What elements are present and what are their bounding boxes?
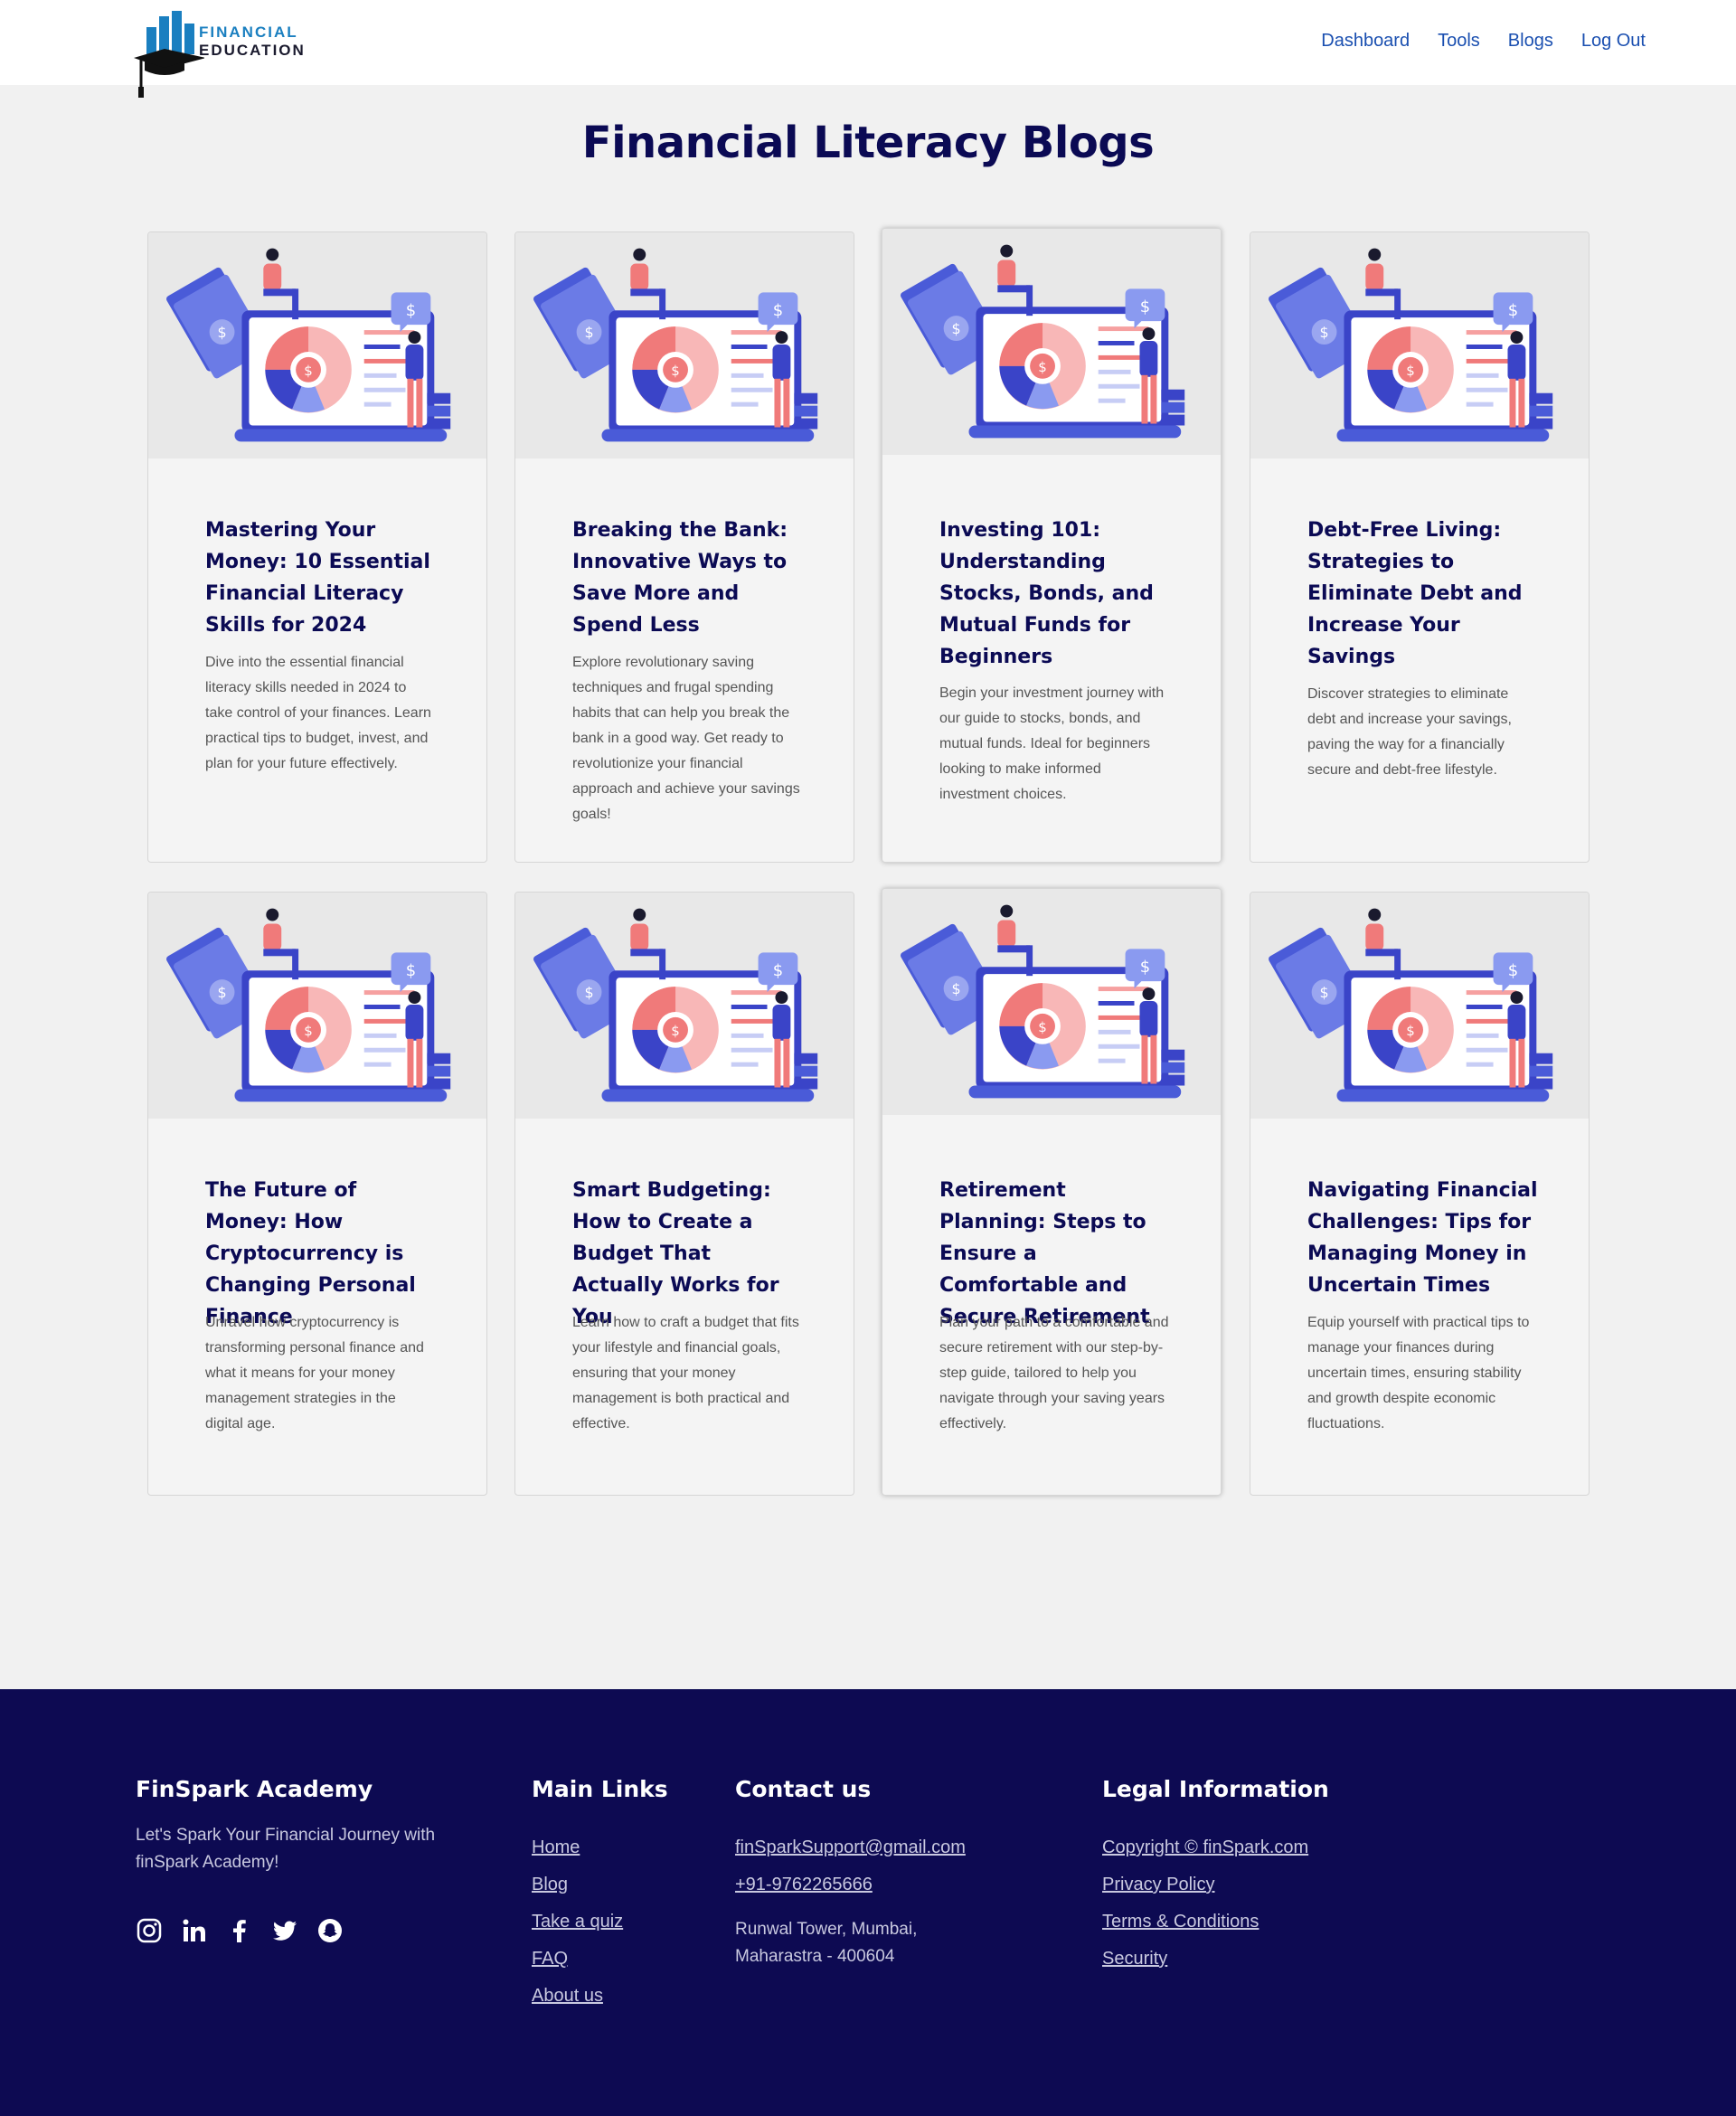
footer-link-quiz[interactable]: Take a quiz — [532, 1903, 668, 1941]
blog-card-description: Dive into the essential financial litera… — [205, 655, 431, 771]
main-nav: Dashboard Tools Blogs Log Out — [1321, 31, 1646, 52]
footer-brand: FinSpark Academy — [136, 1776, 373, 1802]
blog-card-description: Unravel how cryptocurrency is transformi… — [205, 1315, 424, 1431]
finance-illustration-image — [515, 232, 854, 458]
nav-blogs[interactable]: Blogs — [1508, 31, 1553, 52]
footer-email-link[interactable]: finSparkSupport@gmail.com — [735, 1829, 966, 1866]
site-header: FINANCIAL EDUCATION Dashboard Tools Blog… — [0, 0, 1736, 98]
finance-illustration-image — [882, 229, 1221, 455]
footer-contact-title: Contact us — [735, 1776, 872, 1802]
footer-link-home[interactable]: Home — [532, 1829, 668, 1866]
snapchat-icon[interactable] — [316, 1917, 344, 1944]
logo[interactable]: FINANCIAL EDUCATION — [132, 11, 322, 99]
blog-card-title[interactable]: Navigating Financial Challenges: Tips fo… — [1307, 1175, 1538, 1301]
footer-link-faq[interactable]: FAQ — [532, 1941, 668, 1978]
blog-card-title[interactable]: Investing 101: Understanding Stocks, Bon… — [939, 515, 1170, 673]
nav-dashboard[interactable]: Dashboard — [1321, 31, 1410, 52]
footer-about: FinSpark Academy Let's Spark Your Financ… — [136, 1776, 443, 1876]
logo-text: FINANCIAL EDUCATION — [199, 24, 306, 60]
blog-card-description: Explore revolutionary saving techniques … — [572, 655, 800, 822]
site-footer: FinSpark Academy Let's Spark Your Financ… — [0, 1689, 1736, 2116]
blog-card[interactable]: Navigating Financial Challenges: Tips fo… — [1250, 892, 1590, 1496]
footer-address-line2: Maharastra - 400604 — [735, 1947, 895, 1966]
footer-legal: Legal Information Copyright © finSpark.c… — [1102, 1776, 1329, 1978]
blog-card[interactable]: Debt-Free Living: Strategies to Eliminat… — [1250, 231, 1590, 863]
footer-phone-link[interactable]: +91-9762265666 — [735, 1866, 966, 1903]
nav-logout[interactable]: Log Out — [1581, 31, 1646, 52]
blog-card-description: Learn how to craft a budget that fits yo… — [572, 1315, 799, 1431]
blog-card[interactable]: Mastering Your Money: 10 Essential Finan… — [147, 231, 487, 863]
blog-card[interactable]: Smart Budgeting: How to Create a Budget … — [514, 892, 854, 1496]
footer-link-privacy[interactable]: Privacy Policy — [1102, 1866, 1329, 1903]
blog-card-title[interactable]: The Future of Money: How Cryptocurrency … — [205, 1175, 436, 1333]
footer-legal-title: Legal Information — [1102, 1776, 1329, 1802]
blog-card-title[interactable]: Retirement Planning: Steps to Ensure a C… — [939, 1175, 1170, 1333]
blog-card[interactable]: Investing 101: Understanding Stocks, Bon… — [882, 228, 1222, 863]
blog-card-description: Discover strategies to eliminate debt an… — [1307, 686, 1512, 778]
blog-card-title[interactable]: Mastering Your Money: 10 Essential Finan… — [205, 515, 436, 641]
footer-main-links: Main Links Home Blog Take a quiz FAQ Abo… — [532, 1776, 668, 2015]
footer-link-copyright[interactable]: Copyright © finSpark.com — [1102, 1829, 1329, 1866]
finance-illustration-image — [515, 893, 854, 1119]
finance-illustration-image — [1250, 232, 1589, 458]
blog-card[interactable]: Retirement Planning: Steps to Ensure a C… — [882, 888, 1222, 1496]
blog-card-description: Begin your investment journey with our g… — [939, 685, 1165, 802]
logo-graduation-cap-icon — [134, 11, 206, 98]
blog-card-title[interactable]: Debt-Free Living: Strategies to Eliminat… — [1307, 515, 1538, 673]
footer-link-blog[interactable]: Blog — [532, 1866, 668, 1903]
footer-contact: Contact us finSparkSupport@gmail.com +91… — [735, 1776, 966, 1970]
blog-card-title[interactable]: Breaking the Bank: Innovative Ways to Sa… — [572, 515, 803, 641]
finance-illustration-image — [148, 893, 486, 1119]
footer-tagline: Let's Spark Your Financial Journey with … — [136, 1826, 436, 1872]
twitter-icon[interactable] — [271, 1917, 298, 1944]
footer-address: Runwal Tower, Mumbai, Maharastra - 40060… — [735, 1916, 966, 1970]
page-title: Financial Literacy Blogs — [581, 118, 1155, 168]
finance-illustration-image — [1250, 893, 1589, 1119]
footer-link-terms[interactable]: Terms & Conditions — [1102, 1903, 1329, 1941]
blog-card[interactable]: The Future of Money: How Cryptocurrency … — [147, 892, 487, 1496]
social-links — [136, 1917, 344, 1944]
instagram-icon[interactable] — [136, 1917, 163, 1944]
finance-illustration-image — [148, 232, 486, 458]
footer-address-line1: Runwal Tower, Mumbai, — [735, 1920, 918, 1939]
blog-card-title[interactable]: Smart Budgeting: How to Create a Budget … — [572, 1175, 803, 1333]
logo-line2: EDUCATION — [199, 42, 306, 59]
linkedin-icon[interactable] — [181, 1917, 208, 1944]
footer-main-links-title: Main Links — [532, 1776, 668, 1802]
finance-illustration-image — [882, 889, 1221, 1115]
footer-link-security[interactable]: Security — [1102, 1941, 1329, 1978]
logo-line1: FINANCIAL — [199, 24, 298, 41]
blog-card[interactable]: Breaking the Bank: Innovative Ways to Sa… — [514, 231, 854, 863]
facebook-icon[interactable] — [226, 1917, 253, 1944]
nav-tools[interactable]: Tools — [1438, 31, 1480, 52]
blog-card-description: Plan your path to a comfortable and secu… — [939, 1315, 1169, 1431]
footer-link-about[interactable]: About us — [532, 1978, 668, 2015]
blog-card-description: Equip yourself with practical tips to ma… — [1307, 1315, 1530, 1431]
